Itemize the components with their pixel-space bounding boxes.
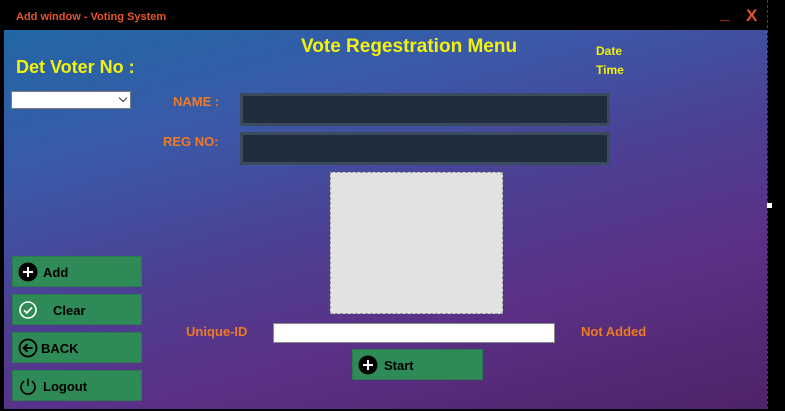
add-circle-icon — [358, 355, 378, 375]
status-text: Not Added — [581, 324, 647, 339]
start-button-label: Start — [384, 358, 414, 373]
title-bar: Add window - Voting System _ X — [0, 0, 767, 30]
time-label: Time — [596, 63, 624, 77]
add-button[interactable]: Add — [12, 256, 142, 287]
app-window: Add window - Voting System _ X Vote Rege… — [0, 0, 768, 409]
add-button-label: Add — [43, 265, 69, 280]
back-arrow-icon — [18, 338, 38, 358]
window-title: Add window - Voting System — [16, 11, 167, 23]
logout-button[interactable]: Logout — [12, 370, 142, 401]
date-label: Date — [596, 44, 623, 58]
reg-no-label: REG NO: — [163, 134, 219, 149]
name-input[interactable] — [240, 93, 610, 126]
clear-button[interactable]: Clear — [12, 294, 142, 325]
check-circle-icon — [19, 301, 37, 319]
unique-id-input[interactable] — [273, 323, 555, 343]
name-label: NAME : — [173, 94, 220, 109]
voter-no-select[interactable] — [11, 91, 131, 109]
add-circle-icon — [18, 262, 38, 282]
back-button[interactable]: BACK — [12, 332, 142, 363]
logout-button-label: Logout — [43, 379, 88, 394]
chevron-down-icon — [118, 93, 128, 103]
back-button-label: BACK — [41, 341, 79, 356]
clear-button-label: Clear — [53, 303, 86, 318]
power-icon — [20, 378, 36, 395]
start-button[interactable]: Start — [352, 349, 483, 380]
page-title: Vote Regestration Menu — [301, 36, 518, 57]
resize-handle[interactable] — [767, 203, 772, 208]
close-button[interactable]: X — [746, 6, 757, 26]
unique-id-label: Unique-ID — [186, 324, 248, 339]
voter-no-label: Det Voter No : — [16, 57, 135, 77]
photo-box — [330, 172, 503, 314]
reg-no-input[interactable] — [240, 132, 610, 165]
minimize-button[interactable]: _ — [720, 4, 729, 24]
